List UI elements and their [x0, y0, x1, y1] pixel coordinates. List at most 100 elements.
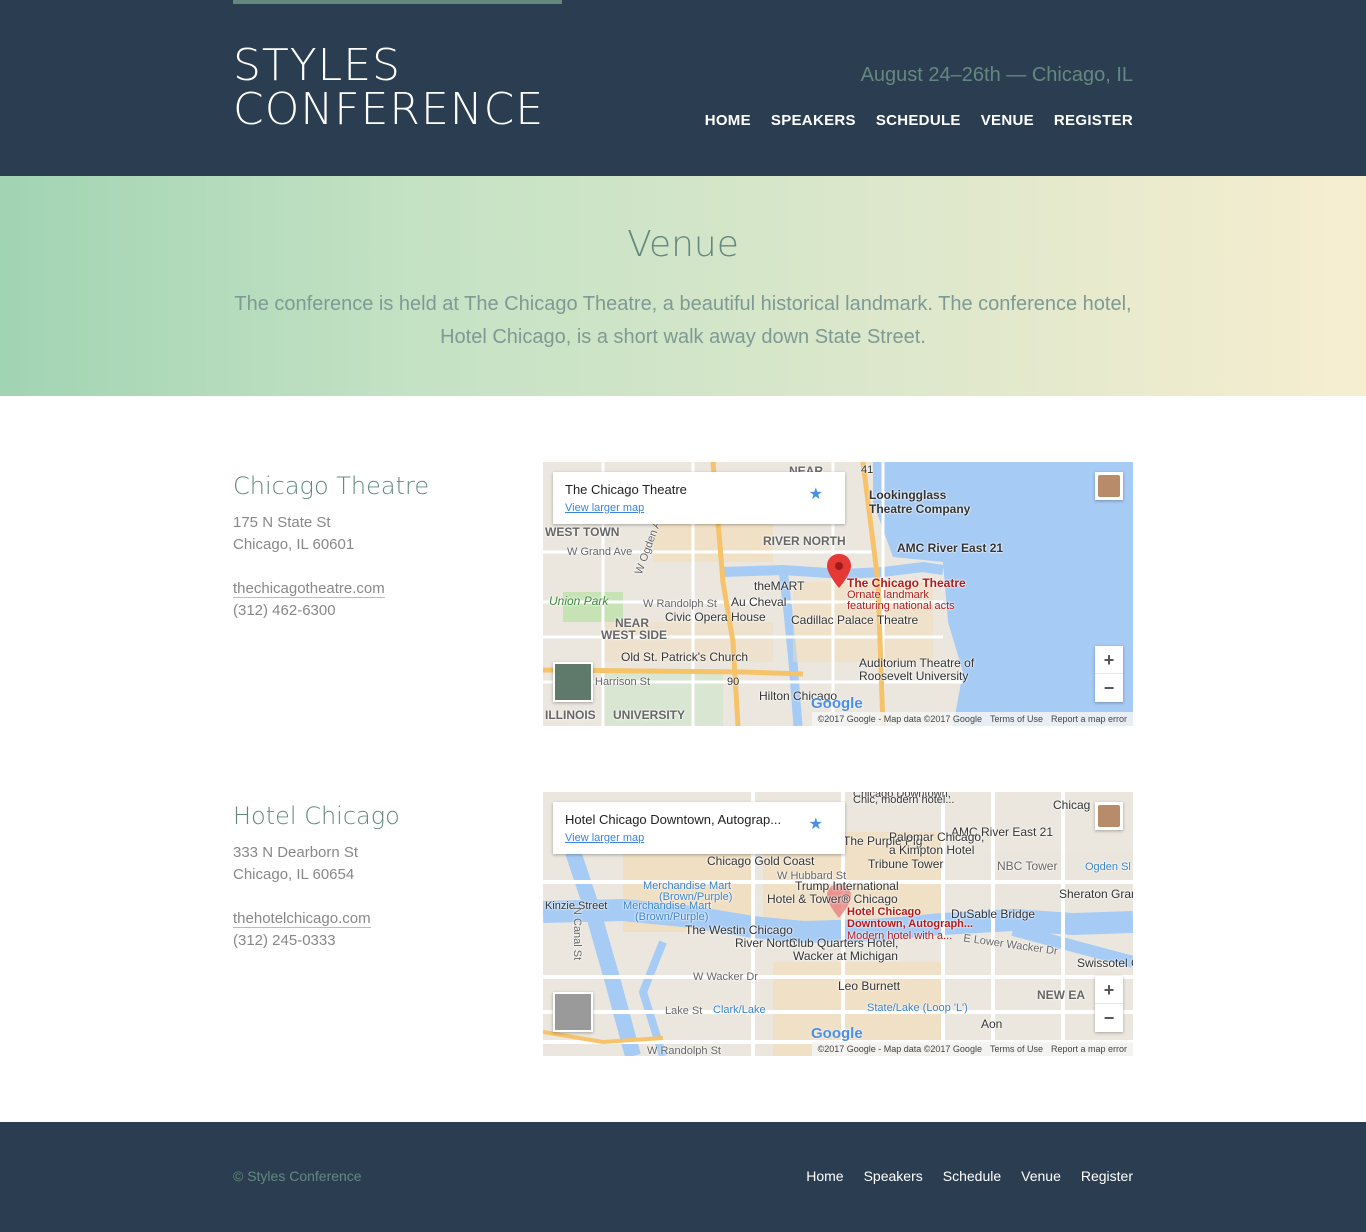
- map-label: Clark/Lake: [713, 1004, 766, 1016]
- map-label: Hotel Chicago: [847, 906, 921, 918]
- map-label: Swissotel C: [1077, 956, 1133, 970]
- zoom-in-button[interactable]: +: [1095, 976, 1123, 1004]
- satellite-toggle-thumbnail[interactable]: [553, 992, 593, 1032]
- map-label: Palomar Chicago,: [889, 830, 985, 844]
- venue-address-line-1: 333 N Dearborn St: [233, 844, 359, 861]
- map-label: Theatre Company: [869, 502, 971, 516]
- footer-copyright: © Styles Conference: [233, 1168, 362, 1184]
- map-info-card: Hotel Chicago Downtown, Autograp... View…: [553, 802, 845, 854]
- venue-phone: (312) 462-6300: [233, 602, 336, 619]
- map-label: Club Quarters Hotel,: [789, 936, 899, 950]
- site-footer: © Styles Conference Home Speakers Schedu…: [0, 1122, 1366, 1232]
- map-label: Chicag: [1053, 798, 1091, 812]
- map-card-title: Hotel Chicago Downtown, Autograp...: [565, 812, 782, 827]
- map-label: State/Lake (Loop 'L'): [867, 1002, 968, 1014]
- map-label: DuSable Bridge: [951, 907, 1036, 921]
- logo-line-2: CONFERENCE: [233, 84, 545, 135]
- map-label: Auditorium Theatre of: [859, 656, 975, 670]
- map-label: NEW EA: [1037, 988, 1085, 1002]
- zoom-out-button[interactable]: −: [1095, 674, 1123, 702]
- nav-home[interactable]: HOME: [705, 112, 751, 129]
- venue-map[interactable]: Chicago Downtown, Chic, modern hotel... …: [543, 792, 1133, 1056]
- map-label: Civic Opera House: [665, 610, 766, 624]
- map-label: N Canal St: [571, 907, 583, 961]
- map-label: Chic, modern hotel...: [853, 794, 955, 806]
- zoom-control: + −: [1095, 976, 1123, 1032]
- venue-chicago-theatre: Chicago Theatre 175 N State St Chicago, …: [233, 462, 1133, 726]
- map-label: Roosevelt University: [859, 669, 969, 683]
- map-label: Trump International: [795, 879, 899, 893]
- footer-nav-schedule[interactable]: Schedule: [943, 1168, 1001, 1184]
- save-star-icon[interactable]: ★: [809, 484, 823, 504]
- page-title: Venue: [627, 224, 739, 265]
- venue-address-line-2: Chicago, IL 60601: [233, 536, 355, 553]
- map-label: 90: [727, 676, 740, 688]
- map-label: theMART: [754, 579, 805, 593]
- primary-nav: HOME SPEAKERS SCHEDULE VENUE REGISTER: [705, 112, 1133, 129]
- map-label: 41: [861, 464, 874, 476]
- venue-hotel-chicago: Hotel Chicago 333 N Dearborn St Chicago,…: [233, 792, 1133, 1056]
- site-logo[interactable]: STYLES CONFERENCE: [233, 44, 573, 132]
- nav-venue[interactable]: VENUE: [981, 112, 1034, 129]
- report-map-error-link[interactable]: Report a map error: [1051, 1044, 1127, 1054]
- view-larger-map-link[interactable]: View larger map: [565, 502, 833, 514]
- site-header: STYLES CONFERENCE August 24–26th — Chica…: [0, 0, 1366, 176]
- map-info-card: The Chicago Theatre View larger map ★: [553, 472, 845, 524]
- terms-link[interactable]: Terms of Use: [990, 1044, 1043, 1054]
- venue-address-line-2: Chicago, IL 60654: [233, 866, 355, 883]
- map-label: featuring national acts: [847, 600, 955, 612]
- map-attribution: ©2017 Google - Map data ©2017 Google Term…: [811, 1042, 1133, 1056]
- google-logo: Google: [811, 695, 863, 712]
- street-view-pegman-icon[interactable]: [1095, 472, 1123, 500]
- nav-speakers[interactable]: SPEAKERS: [771, 112, 856, 129]
- save-star-icon[interactable]: ★: [809, 814, 823, 834]
- map-label: WEST SIDE: [601, 628, 668, 642]
- footer-nav-home[interactable]: Home: [806, 1168, 843, 1184]
- map-label: W Wacker Dr: [693, 971, 758, 983]
- map-label: Au Cheval: [731, 595, 787, 609]
- map-copyright: ©2017 Google - Map data ©2017 Google: [817, 714, 982, 724]
- terms-link[interactable]: Terms of Use: [990, 714, 1043, 724]
- map-label: W Grand Ave: [567, 546, 633, 558]
- venue-address-line-1: 175 N State St: [233, 514, 331, 531]
- venue-website-link[interactable]: thehotelchicago.com: [233, 910, 371, 928]
- venue-website-link[interactable]: thechicagotheatre.com: [233, 580, 385, 598]
- map-label: W Randolph St: [643, 598, 717, 610]
- map-label: Wacker at Michigan: [793, 949, 898, 963]
- view-larger-map-link[interactable]: View larger map: [565, 832, 833, 844]
- google-logo: Google: [811, 1025, 863, 1042]
- map-label: AMC River East 21: [897, 541, 1004, 555]
- map-label: Harrison St: [595, 676, 651, 688]
- report-map-error-link[interactable]: Report a map error: [1051, 714, 1127, 724]
- map-label: Cadillac Palace Theatre: [791, 613, 919, 627]
- footer-nav-speakers[interactable]: Speakers: [864, 1168, 923, 1184]
- street-view-pegman-icon[interactable]: [1095, 802, 1123, 830]
- map-attribution: ©2017 Google - Map data ©2017 Google Term…: [811, 712, 1133, 726]
- zoom-out-button[interactable]: −: [1095, 1004, 1123, 1032]
- hero-banner: Venue The conference is held at The Chic…: [0, 176, 1366, 396]
- map-label: (Brown/Purple): [635, 911, 709, 923]
- venue-map[interactable]: Lookingglass Theatre Company AMC River E…: [543, 462, 1133, 726]
- zoom-control: + −: [1095, 646, 1123, 702]
- logo-accent-bar: [233, 0, 562, 4]
- venue-phone: (312) 245-0333: [233, 932, 336, 949]
- venue-name: Chicago Theatre: [233, 472, 430, 500]
- map-label: Chicago Gold Coast: [707, 854, 815, 868]
- satellite-toggle-thumbnail[interactable]: [553, 662, 593, 702]
- footer-nav-register[interactable]: Register: [1081, 1168, 1133, 1184]
- map-label: NBC Tower: [997, 859, 1058, 873]
- map-card-title: The Chicago Theatre: [565, 482, 687, 497]
- map-label: UNIVERSITY: [613, 708, 686, 722]
- logo-line-1: STYLES: [233, 40, 401, 91]
- nav-register[interactable]: REGISTER: [1054, 112, 1133, 129]
- footer-nav: Home Speakers Schedule Venue Register: [806, 1168, 1133, 1184]
- footer-nav-venue[interactable]: Venue: [1021, 1168, 1061, 1184]
- venue-name: Hotel Chicago: [233, 802, 400, 830]
- map-label: WEST TOWN: [545, 525, 620, 539]
- map-label: Lookingglass: [869, 488, 947, 502]
- map-label: The Chicago Theatre: [847, 576, 966, 590]
- map-label: The Westin Chicago: [685, 923, 793, 937]
- nav-schedule[interactable]: SCHEDULE: [876, 112, 961, 129]
- zoom-in-button[interactable]: +: [1095, 646, 1123, 674]
- map-label: Old St. Patrick's Church: [621, 650, 748, 664]
